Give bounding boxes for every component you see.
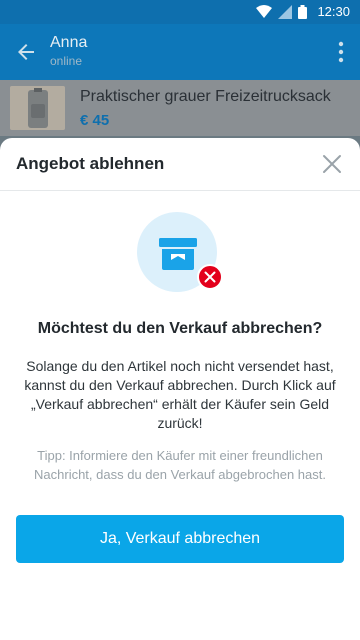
battery-icon	[298, 5, 308, 19]
app-bar: Anna online	[0, 24, 360, 80]
contact-status: online	[50, 54, 83, 68]
item-price: € 45	[80, 112, 110, 129]
error-badge-icon	[197, 264, 223, 290]
item-summary-row[interactable]: Praktischer grauer Freizeitrucksack € 45	[0, 80, 360, 136]
signal-icon	[278, 5, 293, 19]
item-title: Praktischer grauer Freizeitrucksack	[80, 88, 331, 105]
contact-name: Anna	[50, 34, 88, 51]
dialog-headline: Möchtest du den Verkauf abbrechen?	[37, 320, 323, 337]
dialog-header: Angebot ablehnen	[0, 138, 360, 191]
dialog-title: Angebot ablehnen	[16, 154, 165, 173]
item-thumbnail	[10, 86, 65, 130]
backpack-image	[10, 86, 65, 130]
archive-box-icon	[137, 212, 223, 292]
confirm-cancel-sale-button[interactable]: Ja, Verkauf abbrechen	[16, 515, 344, 563]
wifi-icon	[256, 5, 273, 18]
status-bar: 12:30	[0, 0, 360, 24]
dialog-body-text: Solange du den Artikel noch nicht versen…	[24, 358, 336, 431]
dialog-tip-text: Tipp: Informiere den Käufer mit einer fr…	[34, 448, 326, 482]
close-icon[interactable]	[320, 152, 344, 176]
clock: 12:30	[317, 4, 350, 19]
back-arrow-icon[interactable]	[14, 40, 38, 64]
status-icons: 12:30	[256, 4, 350, 20]
more-vert-icon[interactable]	[338, 40, 344, 64]
